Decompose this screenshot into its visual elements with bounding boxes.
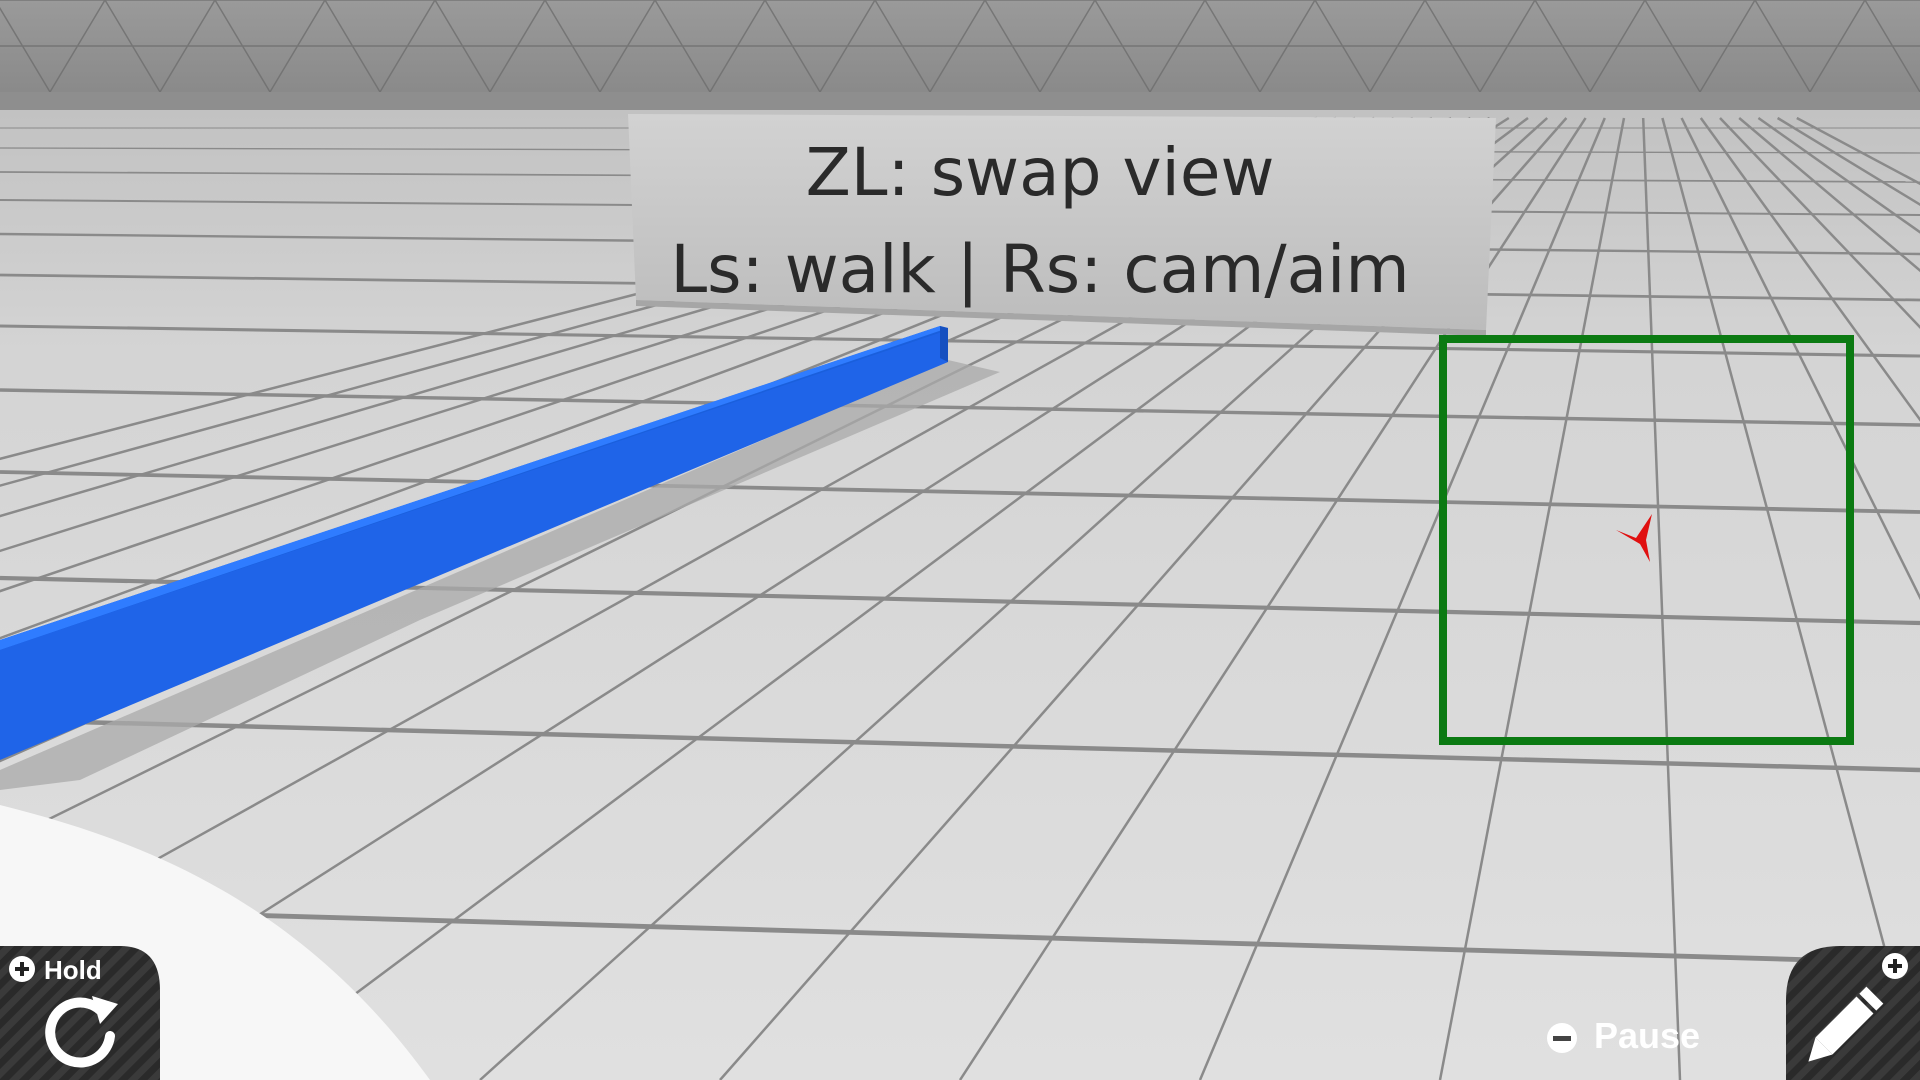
plus-icon	[9, 956, 35, 982]
instruction-sign: ZL: swap view Ls: walk | Rs: cam/aim	[628, 114, 1496, 336]
hold-rotate-button[interactable]: Hold	[0, 946, 160, 1080]
sign-line-1: ZL: swap view	[806, 134, 1275, 211]
hold-label: Hold	[44, 955, 102, 985]
pause-label: Pause	[1594, 1015, 1700, 1056]
edit-button[interactable]	[1786, 946, 1920, 1080]
back-wall	[0, 0, 1920, 120]
game-scene: ZL: swap view Ls: walk | Rs: cam/aim Hol…	[0, 0, 1920, 1080]
sign-line-2: Ls: walk | Rs: cam/aim	[670, 231, 1409, 308]
plus-icon	[1882, 953, 1908, 979]
minus-icon	[1547, 1023, 1577, 1053]
